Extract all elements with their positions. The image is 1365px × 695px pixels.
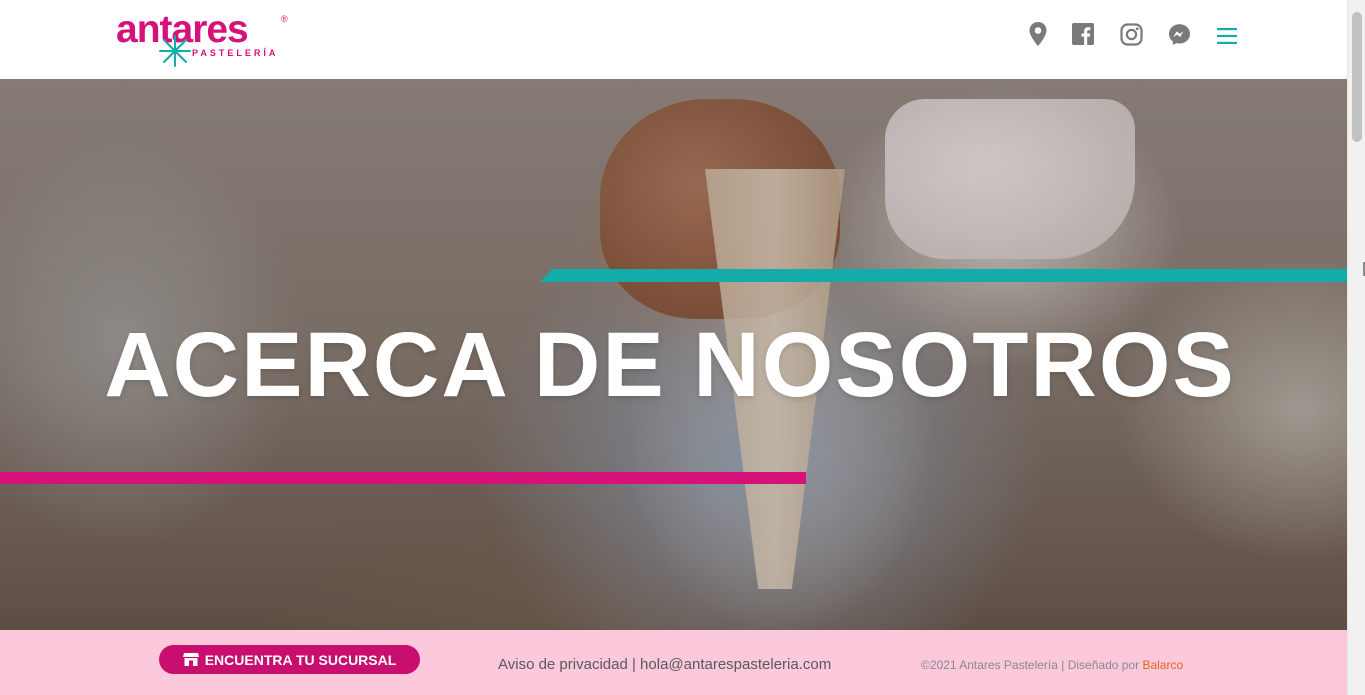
messenger-icon[interactable] — [1165, 20, 1193, 48]
footer-links: Aviso de privacidad | hola@antarespastel… — [498, 656, 831, 673]
logo-subtitle: PASTELERÍA — [192, 48, 279, 58]
find-branch-button[interactable]: ENCUENTRA TU SUCURSAL — [159, 645, 420, 674]
page-title: ACERCA DE NOSOTROS — [104, 314, 1236, 416]
designer-link[interactable]: Balarco — [1142, 658, 1183, 672]
email-link[interactable]: hola@antarespasteleria.com — [640, 656, 831, 673]
scrollbar-thumb[interactable] — [1352, 12, 1362, 142]
site-header: antares ® PASTELERÍA — [0, 0, 1347, 79]
facebook-icon[interactable] — [1069, 20, 1097, 48]
instagram-icon[interactable] — [1117, 20, 1145, 48]
map-pin-icon[interactable] — [1024, 20, 1052, 48]
store-icon — [182, 653, 199, 666]
antares-logo[interactable]: antares ® PASTELERÍA — [116, 10, 291, 70]
find-branch-label: ENCUENTRA TU SUCURSAL — [204, 651, 397, 668]
site-footer: ENCUENTRA TU SUCURSAL Aviso de privacida… — [0, 630, 1347, 695]
star-icon — [159, 35, 191, 67]
footer-separator: | — [627, 656, 641, 673]
privacy-link[interactable]: Aviso de privacidad — [498, 656, 628, 673]
teal-accent-stripe — [540, 269, 1347, 282]
pink-accent-stripe — [0, 472, 806, 484]
logo-registered-mark: ® — [281, 14, 288, 24]
copyright-label: ©2021 Antares Pastelería | Diseñado por — [921, 658, 1143, 672]
page-scrollbar[interactable] — [1347, 0, 1365, 695]
copyright-text: ©2021 Antares Pastelería | Diseñado por … — [921, 658, 1183, 672]
hero-banner: ACERCA DE NOSOTROS — [0, 79, 1347, 630]
menu-icon[interactable] — [1213, 22, 1241, 50]
